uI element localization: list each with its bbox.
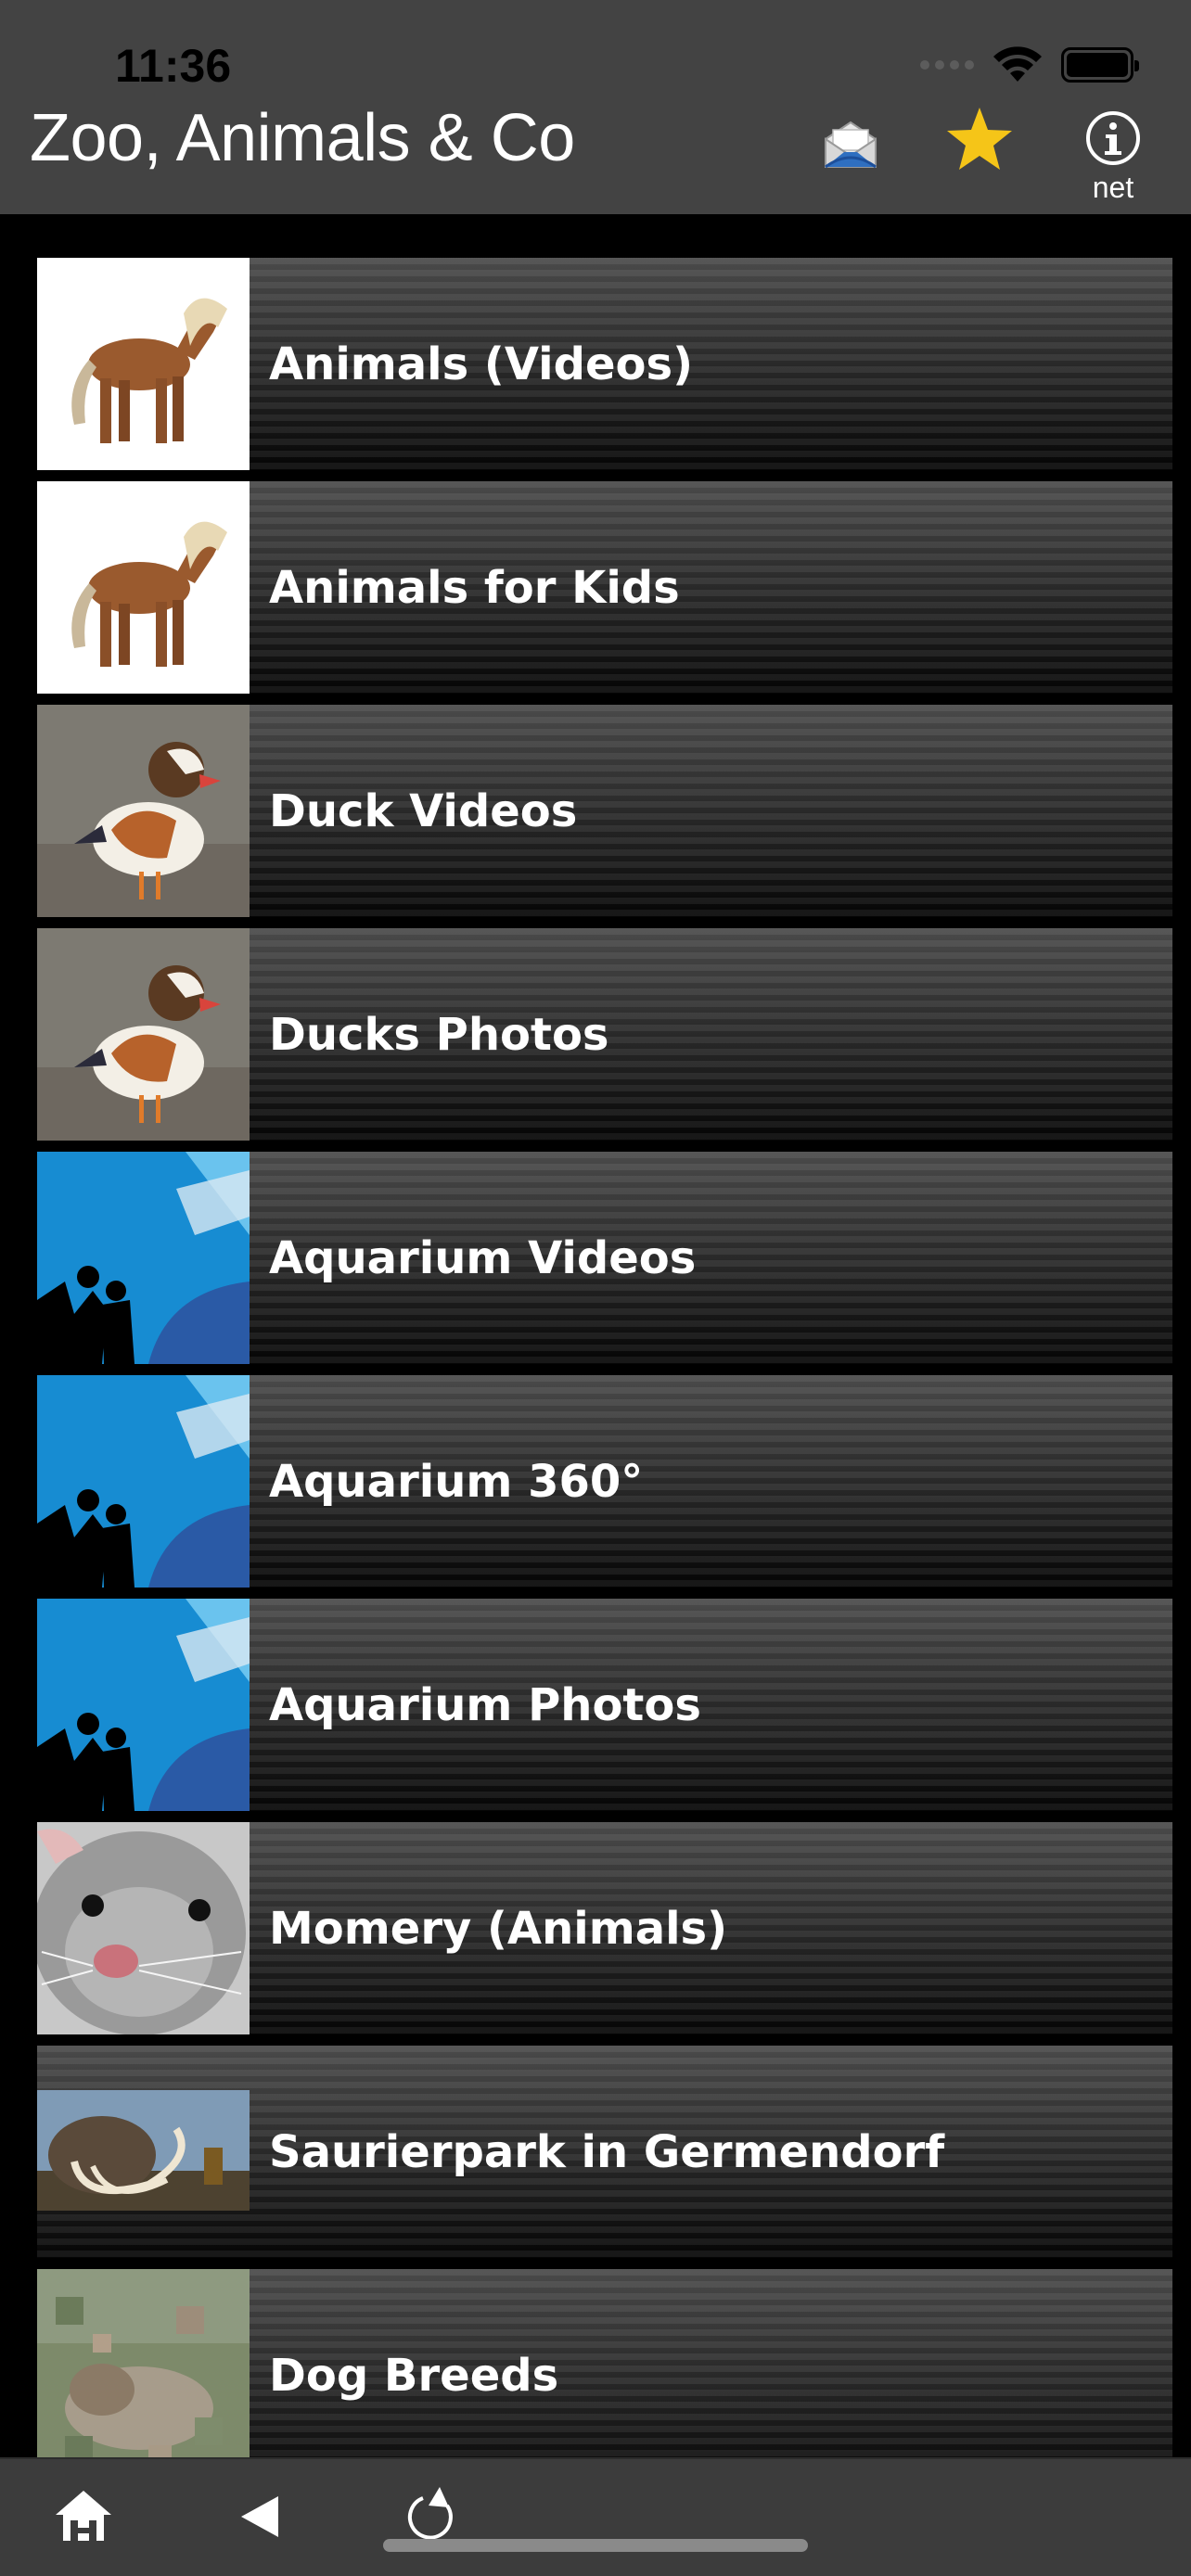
list-item[interactable]: Aquarium Videos	[37, 1152, 1172, 1364]
info-icon	[1086, 111, 1140, 165]
list-item-label: Aquarium 360°	[269, 1455, 644, 1508]
list-item[interactable]: Ducks Photos	[37, 928, 1172, 1141]
mail-button[interactable]	[822, 117, 879, 172]
aquarium-thumbnail	[37, 1375, 250, 1588]
list-item-label: Animals (Videos)	[269, 338, 694, 390]
duck-thumbnail	[37, 705, 250, 917]
home-icon	[56, 2491, 111, 2541]
app-header: 11:36 Zoo, Animals & Co net	[0, 0, 1191, 214]
list-item[interactable]: Duck Videos	[37, 705, 1172, 917]
list-item-label: Saurierpark in Germendorf	[269, 2125, 945, 2178]
battery-icon	[1061, 47, 1139, 83]
list-item-label: Momery (Animals)	[269, 1902, 728, 1955]
mammoth-thumbnail	[37, 2046, 250, 2258]
list-item-label: Dog Breeds	[269, 2349, 559, 2402]
pony-thumbnail	[37, 258, 250, 470]
back-button[interactable]	[232, 2489, 288, 2544]
list-item-label: Ducks Photos	[269, 1008, 609, 1061]
list-item-label: Aquarium Photos	[269, 1678, 701, 1731]
category-list: Animals (Videos) Animals for Kids Duck V…	[37, 258, 1172, 2481]
home-indicator	[383, 2539, 808, 2552]
dog-mosaic-thumbnail	[37, 2269, 250, 2481]
wifi-icon	[993, 46, 1042, 82]
status-indicators	[920, 45, 1139, 85]
info-button[interactable]: net	[1080, 109, 1146, 211]
mouse-thumbnail	[37, 1822, 250, 2034]
aquarium-thumbnail	[37, 1599, 250, 1811]
status-time: 11:36	[115, 40, 232, 92]
list-item-label: Animals for Kids	[269, 561, 680, 614]
list-item-label: Aquarium Videos	[269, 1231, 697, 1284]
aquarium-thumbnail	[37, 1152, 250, 1364]
duck-thumbnail	[37, 928, 250, 1141]
info-caption: net	[1092, 171, 1134, 204]
home-button[interactable]	[54, 2487, 113, 2546]
mail-icon	[825, 121, 877, 169]
list-item[interactable]: Momery (Animals)	[37, 1822, 1172, 2034]
star-icon	[947, 108, 1012, 170]
app-title: Zoo, Animals & Co	[30, 101, 575, 175]
list-item[interactable]: Aquarium Photos	[37, 1599, 1172, 1811]
favorites-button[interactable]	[944, 104, 1015, 174]
pony-thumbnail	[37, 481, 250, 694]
list-item[interactable]: Animals for Kids	[37, 481, 1172, 694]
list-item[interactable]: Saurierpark in Germendorf	[37, 2046, 1172, 2258]
list-item[interactable]: Aquarium 360°	[37, 1375, 1172, 1588]
back-arrow-icon	[241, 2496, 278, 2537]
bottom-toolbar	[0, 2457, 1191, 2576]
cellular-signal-icon	[920, 60, 974, 70]
list-item-label: Duck Videos	[269, 784, 578, 837]
list-item[interactable]: Dog Breeds	[37, 2269, 1172, 2481]
list-item[interactable]: Animals (Videos)	[37, 258, 1172, 470]
